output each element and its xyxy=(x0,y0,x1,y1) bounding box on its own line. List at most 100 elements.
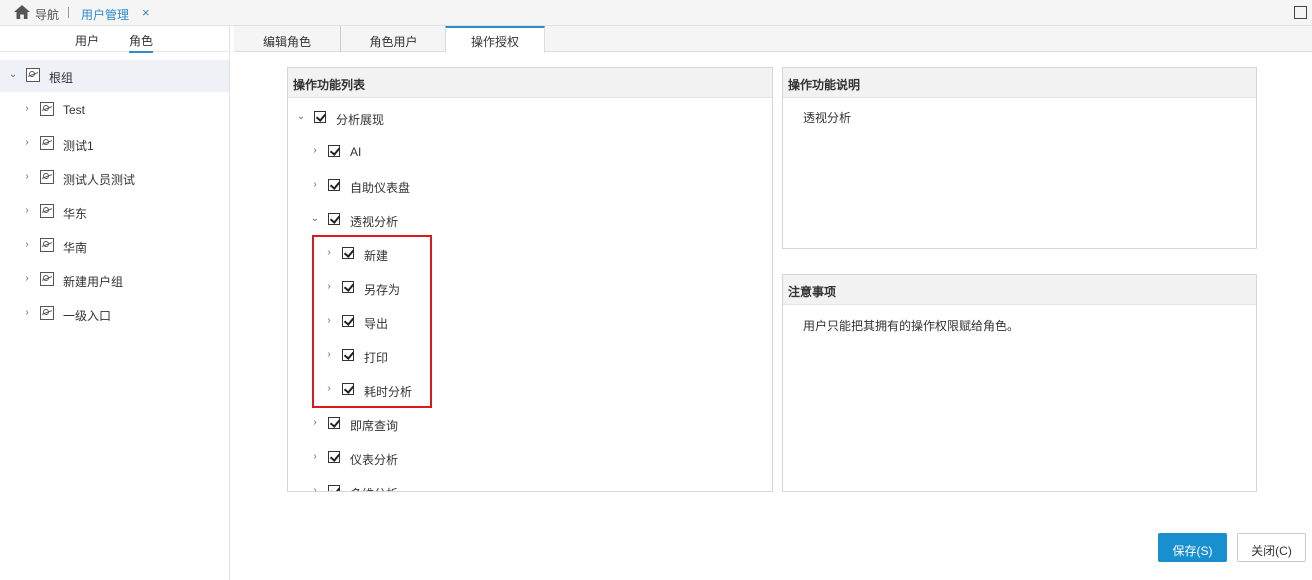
permission-checkbox[interactable] xyxy=(328,179,340,191)
tab-role[interactable]: 角色 xyxy=(129,32,154,53)
permission-checkbox[interactable] xyxy=(342,281,354,293)
close-button[interactable]: 关闭(C) xyxy=(1237,533,1306,562)
tree-node[interactable]: › 华东 xyxy=(0,196,229,228)
permission-checkbox[interactable] xyxy=(314,111,326,123)
permission-checkbox[interactable] xyxy=(342,349,354,361)
permission-checkbox[interactable] xyxy=(328,213,340,225)
group-image-icon xyxy=(26,68,40,82)
chevron-right-icon[interactable]: › xyxy=(22,171,32,182)
chevron-right-icon[interactable]: › xyxy=(324,315,334,326)
close-icon[interactable]: × xyxy=(142,5,150,20)
chevron-right-icon[interactable]: › xyxy=(310,145,320,156)
tree-node-label: Test xyxy=(63,103,86,117)
permission-checkbox[interactable] xyxy=(342,247,354,259)
permission-label: 打印 xyxy=(364,351,389,365)
chevron-right-icon[interactable]: › xyxy=(324,281,334,292)
chevron-right-icon[interactable]: › xyxy=(324,383,334,394)
chevron-right-icon[interactable]: › xyxy=(310,451,320,462)
permission-item[interactable]: › 新建 xyxy=(288,245,768,265)
permission-label: 仪表分析 xyxy=(350,453,399,467)
description-panel: 操作功能说明 透视分析 xyxy=(782,67,1257,249)
tree-node[interactable]: › 新建用户组 xyxy=(0,264,229,296)
permission-item[interactable]: ⌄ 分析展现 xyxy=(288,109,768,129)
tree-node-label: 测试1 xyxy=(63,139,94,153)
permission-label: AI xyxy=(350,145,362,159)
permission-item[interactable]: › 即席查询 xyxy=(288,415,768,435)
chevron-right-icon[interactable]: › xyxy=(310,417,320,428)
tree-node[interactable]: › 测试1 xyxy=(0,128,229,160)
permission-label: 另存为 xyxy=(364,283,401,297)
tab-user[interactable]: 用户 xyxy=(75,32,99,49)
group-image-icon xyxy=(40,272,54,286)
permission-label: 多维分析 xyxy=(350,485,398,491)
permission-checkbox[interactable] xyxy=(328,485,340,491)
permission-item[interactable]: › 仪表分析 xyxy=(288,449,768,469)
permission-item[interactable]: › 自助仪表盘 xyxy=(288,177,768,197)
permission-label: 新建 xyxy=(364,249,389,263)
tree-node[interactable]: › 华南 xyxy=(0,230,229,262)
permission-item[interactable]: › 另存为 xyxy=(288,279,768,299)
permission-list-panel: 操作功能列表 ⌄ 分析展现 › AI › 自助仪表盘 ⌄ 透视分析 › 新建 › 另存为 › 导出 › 打印 ›… xyxy=(287,67,773,492)
chevron-right-icon[interactable]: › xyxy=(22,205,32,216)
chevron-right-icon[interactable]: › xyxy=(22,137,32,148)
group-image-icon xyxy=(40,102,54,116)
chevron-right-icon[interactable]: › xyxy=(310,179,320,190)
nav-label[interactable]: 导航 xyxy=(35,6,59,23)
chevron-right-icon[interactable]: › xyxy=(22,273,32,284)
permission-checkbox[interactable] xyxy=(328,417,340,429)
chevron-right-icon[interactable]: › xyxy=(22,307,32,318)
permission-item[interactable]: › 导出 xyxy=(288,313,768,333)
permission-checkbox[interactable] xyxy=(342,315,354,327)
permission-checkbox[interactable] xyxy=(342,383,354,395)
home-icon[interactable] xyxy=(14,5,30,19)
tree-node-label: 测试人员测试 xyxy=(63,173,136,187)
chevron-right-icon[interactable]: › xyxy=(22,103,32,114)
group-image-icon xyxy=(40,238,54,252)
notes-title: 注意事项 xyxy=(783,275,1256,305)
permission-item[interactable]: › 耗时分析 xyxy=(288,381,768,401)
permission-label: 导出 xyxy=(364,317,389,331)
tree-node[interactable]: › Test xyxy=(0,94,229,126)
chevron-down-icon[interactable]: ⌄ xyxy=(310,213,320,224)
tree-node-root[interactable]: ⌄ 根组 xyxy=(0,60,229,92)
tree-node-label: 华南 xyxy=(63,241,88,255)
notes-text: 用户只能把其拥有的操作权限赋给角色。 xyxy=(803,319,1020,333)
description-text: 透视分析 xyxy=(803,111,852,125)
permission-label: 自助仪表盘 xyxy=(350,181,411,195)
right-tabs: 编辑角色 角色用户 操作授权 xyxy=(234,26,1312,53)
chevron-down-icon[interactable]: ⌄ xyxy=(8,69,18,80)
chevron-right-icon[interactable]: › xyxy=(310,485,320,491)
description-title: 操作功能说明 xyxy=(783,68,1256,98)
save-button[interactable]: 保存(S) xyxy=(1158,533,1227,562)
left-tabs: 用户 角色 xyxy=(0,26,230,53)
permission-item[interactable]: › AI xyxy=(288,143,768,163)
tree-node[interactable]: › 一级入口 xyxy=(0,298,229,330)
left-panel: 用户 角色 ⌄ 根组 › Test › 测试1 › 测试人员测试 › 华东 › 华南 › 新建用户组 › 一级… xyxy=(0,26,230,580)
chevron-right-icon[interactable]: › xyxy=(324,247,334,258)
permission-list-title: 操作功能列表 xyxy=(288,68,772,98)
notes-panel: 注意事项 用户只能把其拥有的操作权限赋给角色。 xyxy=(782,274,1257,492)
chevron-right-icon[interactable]: › xyxy=(324,349,334,360)
permission-label: 分析展现 xyxy=(336,113,385,127)
permission-item[interactable]: › 打印 xyxy=(288,347,768,367)
tab-edit-role[interactable]: 编辑角色 xyxy=(234,26,340,52)
tab-operation-auth[interactable]: 操作授权 xyxy=(445,26,545,53)
top-bar: 导航 用户管理 × xyxy=(0,0,1312,26)
group-image-icon xyxy=(40,306,54,320)
permission-item[interactable]: ⌄ 透视分析 xyxy=(288,211,768,231)
divider xyxy=(68,7,69,18)
permission-checkbox[interactable] xyxy=(328,145,340,157)
maximize-icon[interactable] xyxy=(1294,6,1307,19)
group-image-icon xyxy=(40,136,54,150)
tree-node-label: 新建用户组 xyxy=(63,275,124,289)
tab-user-management[interactable]: 用户管理 xyxy=(81,6,129,23)
tree-node-label: 一级入口 xyxy=(63,309,112,323)
chevron-down-icon[interactable]: ⌄ xyxy=(296,111,306,122)
permission-item[interactable]: › 多维分析 xyxy=(288,483,768,491)
tree-node[interactable]: › 测试人员测试 xyxy=(0,162,229,194)
permission-checkbox[interactable] xyxy=(328,451,340,463)
tab-role-users[interactable]: 角色用户 xyxy=(340,26,446,52)
permission-label: 即席查询 xyxy=(350,419,399,433)
chevron-right-icon[interactable]: › xyxy=(22,239,32,250)
permission-label: 耗时分析 xyxy=(364,385,413,399)
